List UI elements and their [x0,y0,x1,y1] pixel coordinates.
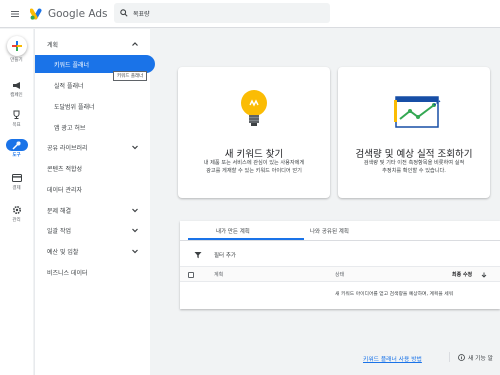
search-icon [120,9,128,17]
select-all-checkbox[interactable] [188,272,194,278]
left-rail: 만들기 캠페인 목표 도구 결제 관리 [0,29,33,375]
chevron-down-icon [132,249,138,254]
chevron-up-icon [132,42,138,46]
gear-icon [11,204,23,216]
megaphone-icon [11,79,23,91]
tab-shared-plans[interactable]: 나와 공유된 계획 [310,227,349,235]
forecast-title: 검색량 및 예상 실적 조회하기 [355,149,473,160]
top-bar: Google Ads 목표량 [0,0,500,28]
new-features-link[interactable]: 새 기능 알 [458,353,493,362]
add-filter-label[interactable]: 필터 추가 [214,251,236,259]
rail-goals[interactable]: 목표 [0,109,33,128]
column-status[interactable]: 상태 [335,271,344,278]
menu-section-budgets-bids[interactable]: 예산 및 입찰 [35,242,151,260]
forecast-card[interactable]: 검색량 및 예상 실적 조회하기 검색량 및 기타 이전 측정항목을 비롯하여 … [338,67,490,198]
discover-desc-line2: 광고를 게재할 수 있는 키워드 아이디어 얻기 [206,168,302,174]
menu-label-business-data: 비즈니스 데이터 [47,269,88,277]
filter-row[interactable]: 필터 추가 [180,247,500,263]
new-features-label: 새 기능 알 [468,356,494,362]
tabs-divider [180,240,500,241]
app-name: Google Ads [48,7,108,20]
chevron-down-icon [132,228,138,233]
plus-icon[interactable] [6,36,27,56]
column-last-modified[interactable]: 최종 수정 [452,271,472,278]
rail-tools[interactable]: 도구 [0,139,33,158]
rail-create[interactable]: 만들기 [0,36,33,63]
menu-label-bulk-actions: 일괄 작업 [47,227,71,235]
forecast-desc-line1: 검색량 및 기타 이전 측정항목을 비롯하여 실적 [363,160,465,166]
how-to-use-link[interactable]: 키워드 플래너 사용 방법 [363,354,422,363]
google-ads-logo-icon [30,8,42,20]
menu-label-performance-planner: 실적 플래너 [54,82,84,90]
search-value: 목표량 [133,10,150,18]
menu-item-app-ad-hub[interactable]: 앱 광고 허브 [35,118,151,136]
rail-label-tools: 도구 [12,153,21,158]
tools-menu: 계획 키워드 플래너 실적 플래너 도달범위 플래너 앱 광고 허브 공유 라이… [34,29,155,375]
menu-item-data-manager[interactable]: 데이터 관리자 [35,180,151,198]
arrow-down-icon [481,272,487,278]
menu-icon[interactable] [0,0,30,28]
rail-campaigns[interactable]: 캠페인 [0,79,33,98]
rail-label-goals: 목표 [12,123,21,128]
info-icon [458,354,465,361]
rail-label-admin: 관리 [12,218,21,223]
menu-section-shared-library[interactable]: 공유 라이브러리 [35,138,151,156]
tooltip: 키워드 플래너 [113,71,148,81]
column-plan[interactable]: 계획 [214,271,223,278]
menu-section-troubleshooting[interactable]: 문제 해결 [35,201,151,219]
menu-section-bulk-actions[interactable]: 일괄 작업 [35,221,151,239]
menu-label-planning: 계획 [47,41,59,49]
chevron-down-icon [132,208,138,213]
menu-section-planning[interactable]: 계획 [35,35,151,53]
trophy-icon [11,109,23,121]
menu-label-shared-library: 공유 라이브러리 [47,144,88,152]
menu-item-business-data[interactable]: 비즈니스 데이터 [35,263,151,281]
discover-title: 새 키워드 찾기 [224,149,284,160]
menu-label-budgets-bids: 예산 및 입찰 [47,248,79,256]
tools-icon [5,139,28,151]
rail-label-create: 만들기 [10,58,23,63]
rail-label-campaigns: 캠페인 [10,93,23,98]
plans-card: 내가 만든 계획 나와 공유된 계획 필터 추가 계획 상태 최종 수정 새 키… [180,221,500,309]
filter-icon[interactable] [194,251,202,259]
rail-label-billing: 결제 [12,186,21,191]
chevron-down-icon [132,145,138,150]
table-header: 계획 상태 최종 수정 [180,266,500,282]
discover-desc-line1: 내 제품 또는 서비스에 관심이 있는 사용자에게 [203,160,305,166]
rail-billing[interactable]: 결제 [0,172,33,191]
discover-keywords-card[interactable]: 새 키워드 찾기 내 제품 또는 서비스에 관심이 있는 사용자에게 광고를 게… [178,67,330,198]
forecast-chart-icon [394,96,441,128]
menu-label-troubleshooting: 문제 해결 [47,207,71,215]
tab-my-plans[interactable]: 내가 만든 계획 [216,227,250,235]
menu-label-data-manager: 데이터 관리자 [47,186,83,194]
credit-card-icon [11,172,23,184]
footer-divider [449,352,450,362]
search-input[interactable]: 목표량 [114,3,330,23]
menu-label-keyword-planner: 키워드 플래너 [54,61,90,69]
empty-state-text: 새 키워드 아이디어를 얻고 검색량을 예상하며, 계획을 세워 [335,292,454,297]
menu-item-content-suitability[interactable]: 콘텐츠 적합성 [35,159,151,177]
menu-label-app-ad-hub: 앱 광고 허브 [54,124,86,132]
lightbulb-icon [241,90,267,126]
menu-label-reach-planner: 도달범위 플래너 [54,103,95,111]
google-ads-logo[interactable]: Google Ads [30,8,108,20]
menu-item-reach-planner[interactable]: 도달범위 플래너 [35,97,151,115]
menu-label-content-suitability: 콘텐츠 적합성 [47,165,83,173]
forecast-desc-line2: 추정치를 확인할 수 있습니다. [382,168,446,174]
rail-admin[interactable]: 관리 [0,204,33,223]
